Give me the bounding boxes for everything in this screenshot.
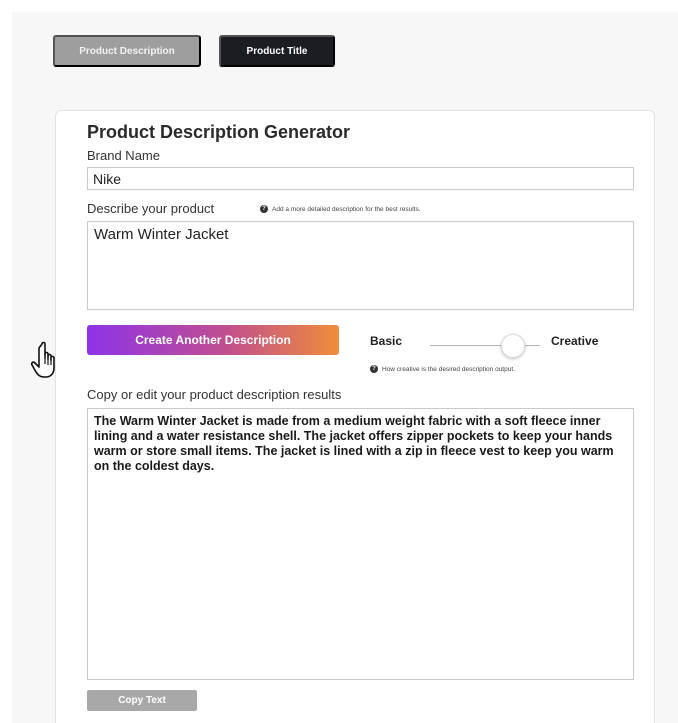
slider-basic-label: Basic [370,334,403,348]
create-description-button[interactable]: Create Another Description [87,325,339,355]
results-label: Copy or edit your product description re… [87,387,342,402]
results-textarea[interactable]: The Warm Winter Jacket is made from a me… [87,408,634,680]
creativity-hint: ? How creative is the desired descriptio… [370,365,515,373]
describe-product-label: Describe your product [87,201,215,216]
tab-product-description[interactable]: Product Description [53,35,201,67]
tab-product-title[interactable]: Product Title [219,35,335,67]
page-title: Product Description Generator [87,122,351,142]
question-circle-icon: ? [370,365,378,373]
question-circle-icon: ? [260,205,268,213]
brand-name-input[interactable]: Nike [87,167,634,190]
copy-text-button[interactable]: Copy Text [87,690,197,711]
describe-product-textarea[interactable]: Warm Winter Jacket [87,221,634,310]
describe-hint: ? Add a more detailed description for th… [260,205,421,213]
describe-hint-text: Add a more detailed description for the … [272,205,421,213]
hand-pointer-icon [30,341,55,378]
slider-creative-label: Creative [551,334,599,348]
creativity-slider-handle[interactable] [500,334,525,358]
brand-name-label: Brand Name [87,148,160,163]
creativity-hint-text: How creative is the desired description … [382,365,515,373]
